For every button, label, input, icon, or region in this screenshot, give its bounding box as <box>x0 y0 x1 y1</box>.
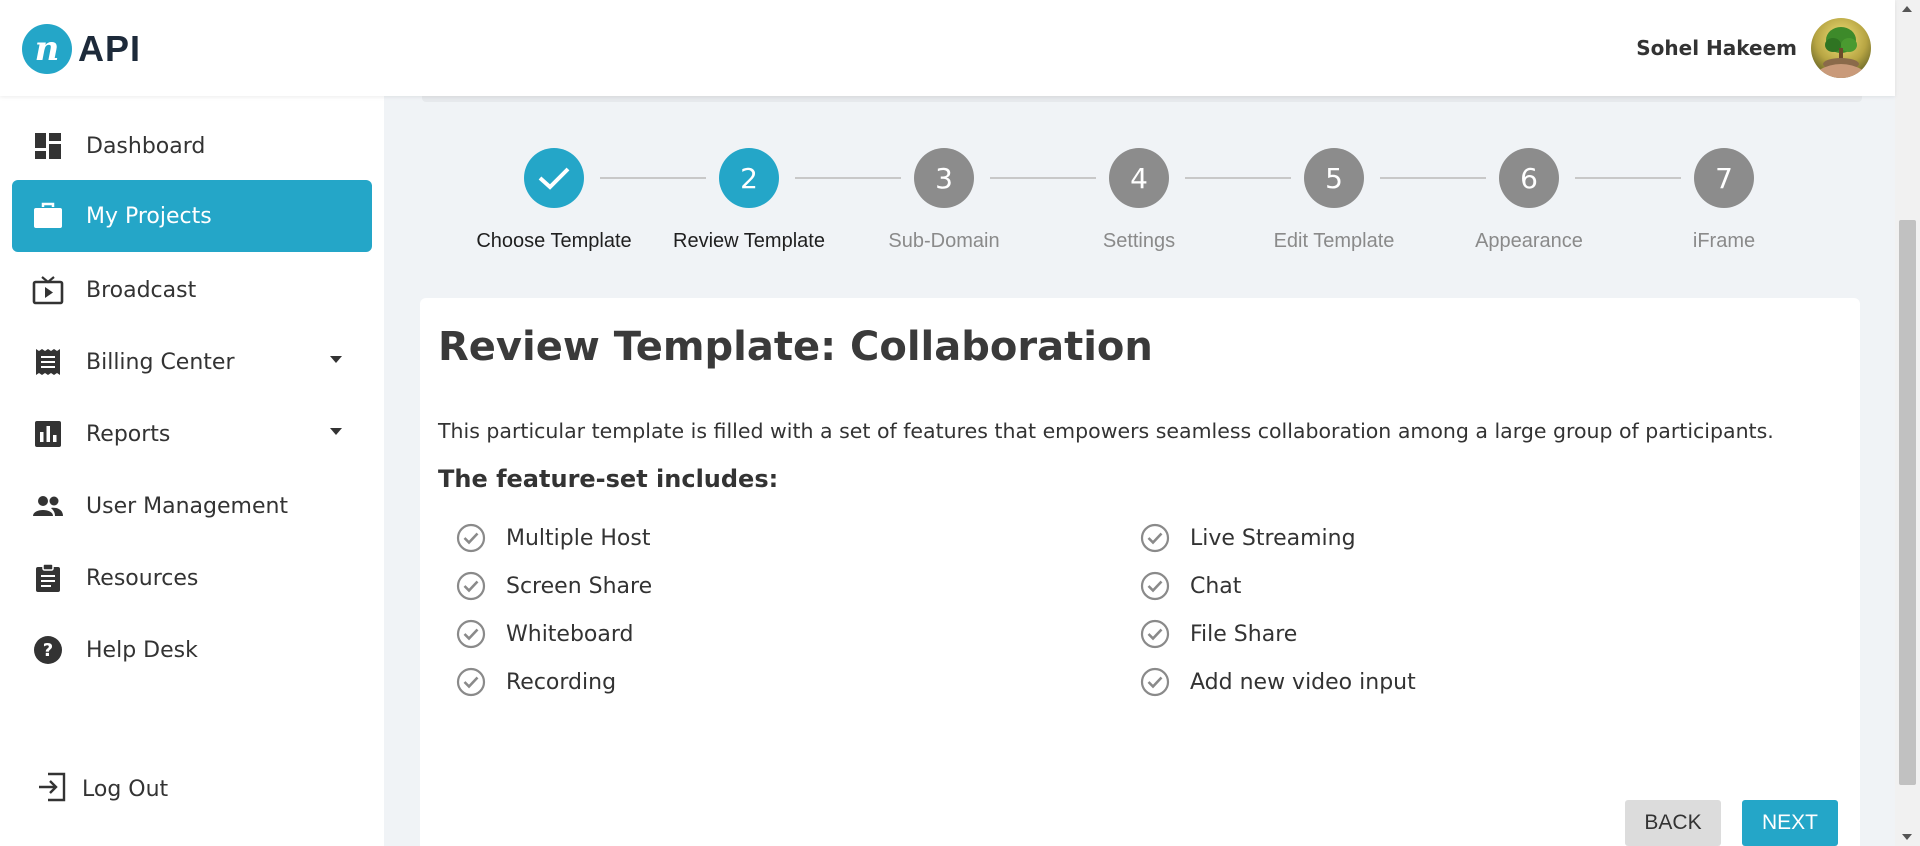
logout-button[interactable]: Log Out <box>36 772 168 807</box>
feature-set-heading: The feature-set includes: <box>438 465 779 493</box>
scroll-up-arrow[interactable] <box>1902 6 1912 12</box>
sidebar-item-label: Billing Center <box>86 349 235 375</box>
check-circle-icon <box>1140 571 1170 601</box>
sidebar-item-label: My Projects <box>86 203 212 229</box>
step-iframe[interactable]: 7 iFrame <box>1624 148 1824 253</box>
step-label: Settings <box>1102 230 1176 252</box>
app-logo[interactable]: n API <box>22 24 141 74</box>
step-review-template[interactable]: 2 Review Template <box>649 148 849 253</box>
feature-item: Add new video input <box>1140 666 1416 698</box>
sidebar-item-dashboard[interactable]: Dashboard <box>12 110 372 182</box>
check-circle-icon <box>1140 619 1170 649</box>
sidebar-item-user-management[interactable]: User Management <box>12 470 372 542</box>
step-circle: 2 <box>719 148 779 208</box>
sidebar-item-resources[interactable]: Resources <box>12 542 372 614</box>
logout-label: Log Out <box>82 777 169 802</box>
logo-text: API <box>78 28 142 69</box>
feature-label: Multiple Host <box>506 525 651 551</box>
step-circle: 3 <box>914 148 974 208</box>
sidebar-item-label: Help Desk <box>86 637 198 663</box>
step-circle: 7 <box>1694 148 1754 208</box>
logo-mark: n <box>22 24 72 74</box>
step-label: iFrame <box>1692 230 1756 252</box>
user-name: Sohel Hakeem <box>1636 36 1797 60</box>
feature-item: Multiple Host <box>456 522 650 554</box>
step-label: Edit Template <box>1273 230 1395 252</box>
feature-item: Whiteboard <box>456 618 634 650</box>
user-menu[interactable]: Sohel Hakeem <box>1636 18 1871 78</box>
feature-item: Live Streaming <box>1140 522 1356 554</box>
sidebar-item-billing-center[interactable]: Billing Center <box>12 326 372 398</box>
page-title: Review Template: Collaboration <box>438 324 1153 370</box>
sidebar-item-label: Resources <box>86 565 199 591</box>
template-description: This particular template is filled with … <box>438 419 1774 443</box>
page-scrollbar[interactable] <box>1895 0 1920 846</box>
feature-item: Screen Share <box>456 570 652 602</box>
check-circle-icon <box>1140 667 1170 697</box>
dashboard-icon <box>32 130 64 162</box>
top-header: n API Sohel Hakeem <box>0 0 1895 96</box>
step-label: Sub-Domain <box>888 230 1000 252</box>
check-circle-icon <box>456 523 486 553</box>
sidebar-item-broadcast[interactable]: Broadcast <box>12 254 372 326</box>
help-circle-icon: ? <box>32 634 64 666</box>
template-review-card: Review Template: Collaboration This part… <box>420 298 1860 846</box>
sidebar-item-label: Dashboard <box>86 133 206 159</box>
back-button[interactable]: BACK <box>1625 800 1721 846</box>
logout-icon <box>36 772 68 807</box>
check-circle-icon <box>456 619 486 649</box>
step-label: Appearance <box>1475 230 1583 252</box>
feature-label: Chat <box>1190 573 1242 599</box>
tv-play-icon <box>32 274 64 306</box>
feature-label: Recording <box>506 669 617 695</box>
step-appearance[interactable]: 6 Appearance <box>1429 148 1629 253</box>
avatar[interactable] <box>1811 18 1871 78</box>
step-sub-domain[interactable]: 3 Sub-Domain <box>844 148 1044 253</box>
next-button[interactable]: NEXT <box>1742 800 1838 846</box>
feature-label: Live Streaming <box>1190 525 1356 551</box>
feature-label: Whiteboard <box>506 621 634 647</box>
step-label: Review Template <box>673 230 825 252</box>
step-settings[interactable]: 4 Settings <box>1039 148 1239 253</box>
check-circle-icon <box>456 667 486 697</box>
check-circle-icon <box>1140 523 1170 553</box>
step-choose-template[interactable]: Choose Template <box>454 148 654 253</box>
clipboard-icon <box>32 562 64 594</box>
users-icon <box>32 490 64 522</box>
step-circle <box>524 148 584 208</box>
sidebar-item-label: Reports <box>86 421 171 447</box>
sidebar: Dashboard My Projects Broadcast Billing … <box>0 96 384 846</box>
svg-text:?: ? <box>43 640 53 661</box>
step-edit-template[interactable]: 5 Edit Template <box>1234 148 1434 253</box>
scroll-thumb[interactable] <box>1899 220 1916 785</box>
feature-label: File Share <box>1190 621 1298 647</box>
feature-label: Screen Share <box>506 573 653 599</box>
feature-item: Recording <box>456 666 616 698</box>
sidebar-item-label: User Management <box>86 493 289 519</box>
main-content: Choose Template 2 Review Template 3 Sub-… <box>384 96 1895 846</box>
sidebar-item-my-projects[interactable]: My Projects <box>12 180 372 252</box>
feature-item: File Share <box>1140 618 1297 650</box>
feature-item: Chat <box>1140 570 1241 602</box>
step-label: Choose Template <box>476 230 632 252</box>
check-icon <box>538 167 570 190</box>
sidebar-item-label: Broadcast <box>86 277 197 303</box>
briefcase-icon <box>32 200 64 232</box>
bar-chart-icon <box>32 418 64 450</box>
sidebar-item-help-desk[interactable]: ? Help Desk <box>12 614 372 686</box>
chevron-down-icon <box>330 356 342 363</box>
receipt-icon <box>32 346 64 378</box>
chevron-down-icon <box>330 428 342 435</box>
feature-label: Add new video input <box>1190 669 1416 695</box>
sidebar-item-reports[interactable]: Reports <box>12 398 372 470</box>
step-circle: 6 <box>1499 148 1559 208</box>
step-circle: 4 <box>1109 148 1169 208</box>
step-circle: 5 <box>1304 148 1364 208</box>
scroll-down-arrow[interactable] <box>1902 834 1912 840</box>
check-circle-icon <box>456 571 486 601</box>
progress-stepper: Choose Template 2 Review Template 3 Sub-… <box>384 96 1895 266</box>
